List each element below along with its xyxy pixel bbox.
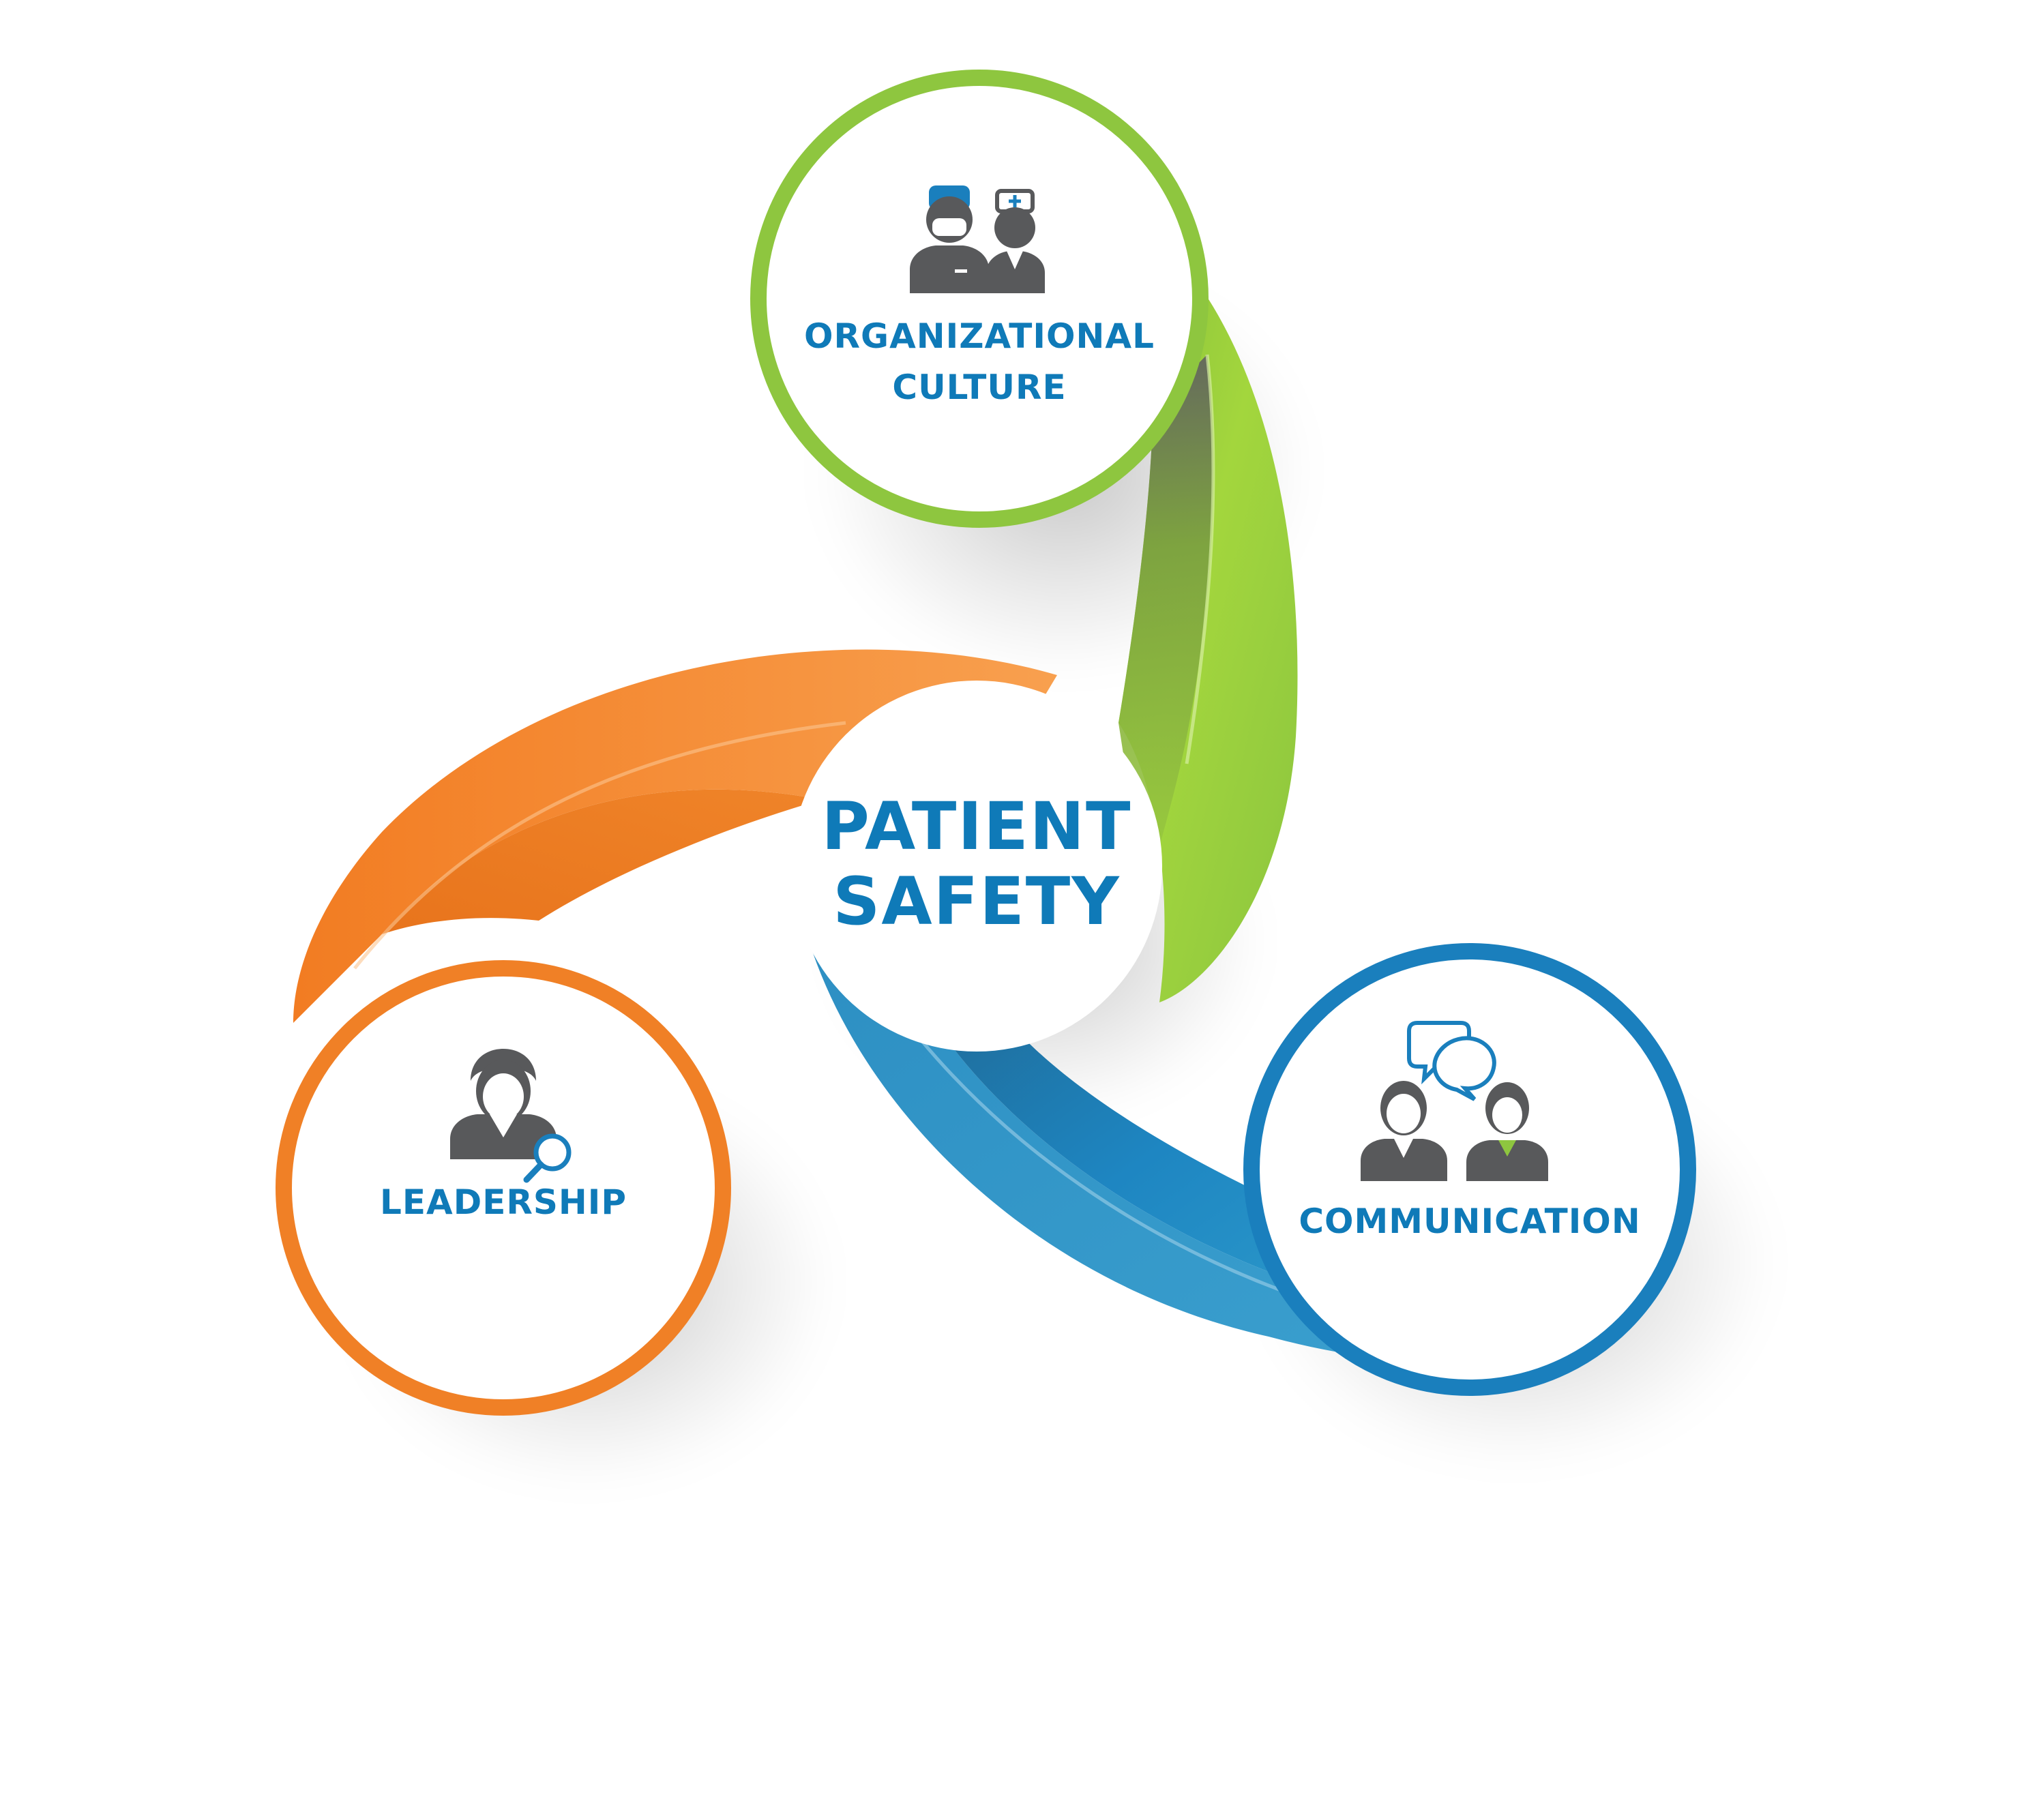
organizational-culture-label-line2: CULTURE — [892, 368, 1066, 407]
center-node: PATIENT SAFETY — [791, 681, 1162, 1052]
leadership-label: LEADERSHIP — [380, 1182, 627, 1222]
organizational-culture-node: ORGANIZATIONAL CULTURE — [750, 70, 1209, 528]
communication-label: COMMUNICATION — [1299, 1202, 1640, 1241]
center-title-line2: SAFETY — [833, 863, 1121, 940]
center-title-line1: PATIENT — [822, 788, 1132, 865]
organizational-culture-label-line1: ORGANIZATIONAL — [804, 316, 1155, 356]
leadership-node: LEADERSHIP — [276, 960, 731, 1416]
patient-safety-diagram: PATIENT SAFETY ORGANIZATIONAL CULTURE LE… — [276, 70, 1773, 1487]
communication-node: COMMUNICATION — [1243, 943, 1696, 1396]
